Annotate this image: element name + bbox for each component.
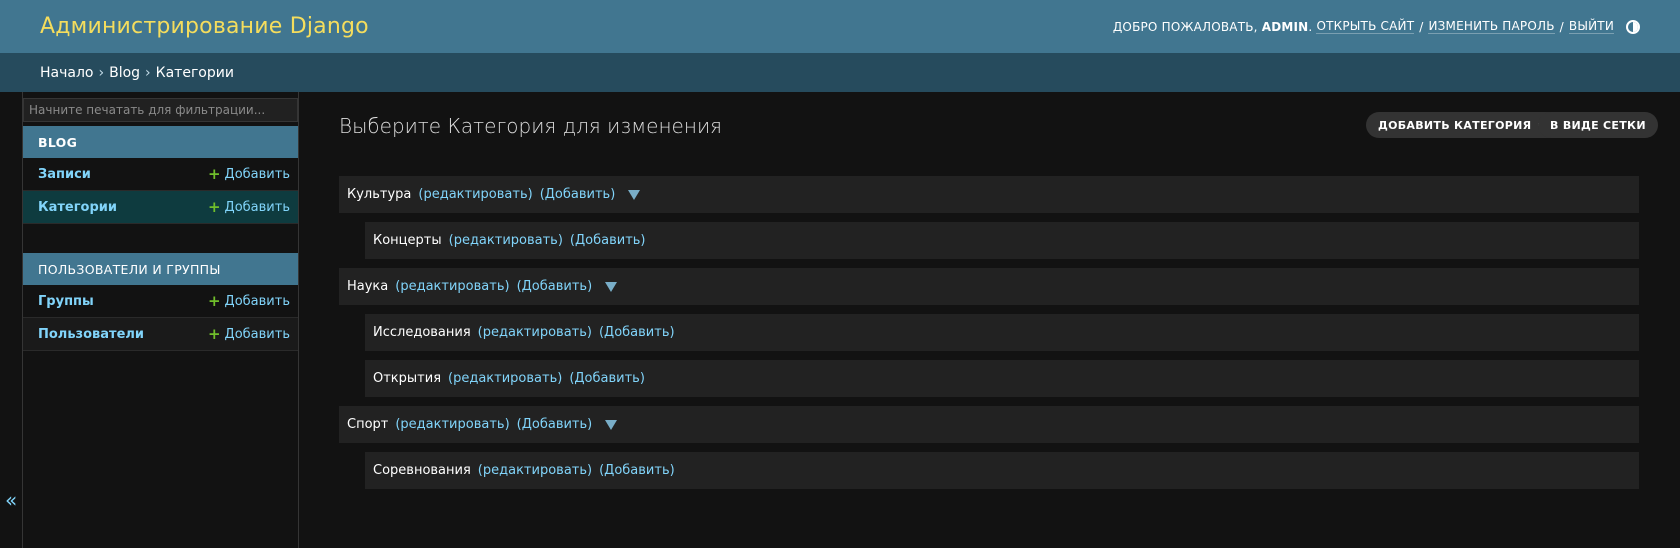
sidebar-item-users-link[interactable]: Пользователи	[38, 327, 144, 342]
module-caption-auth[interactable]: ПОЛЬЗОВАТЕЛИ И ГРУППЫ	[23, 253, 298, 285]
add-link-label: Добавить	[224, 326, 290, 342]
edit-link[interactable]: (редактировать)	[418, 187, 532, 202]
breadcrumb-app[interactable]: Blog	[109, 65, 140, 81]
breadcrumb-current: Категории	[155, 64, 234, 81]
app-module-blog: BLOG Записи + Добавить Категории + Добавит…	[23, 126, 298, 224]
add-child-link[interactable]: (Добавить)	[517, 279, 593, 294]
tree-row: Соревнования (редактировать) (Добавить)	[365, 452, 1639, 489]
logout-link[interactable]: ВЫЙТИ	[1568, 19, 1614, 34]
add-group-link[interactable]: + Добавить	[207, 291, 290, 310]
add-post-link[interactable]: + Добавить	[207, 164, 290, 183]
add-category-label: ДОБАВИТЬ КАТЕГОРИЯ	[1378, 118, 1532, 132]
nav-sidebar: BLOG Записи +Добавить Категории +Добавит…	[0, 92, 299, 548]
edit-link[interactable]: (редактировать)	[395, 417, 509, 432]
add-user-link[interactable]: + Добавить	[207, 324, 290, 343]
sidebar-toggle-rule	[22, 92, 23, 548]
site-branding[interactable]: Администрирование Django	[40, 14, 369, 39]
tree-node-name: Исследования	[373, 325, 471, 340]
page-title: Выберите Категория для изменения	[339, 114, 722, 138]
header: Администрирование Django ДОБРО ПОЖАЛОВАТ…	[0, 0, 1680, 53]
tools-separator: /	[1419, 19, 1424, 34]
add-category-link[interactable]: + Добавить	[207, 197, 290, 216]
add-child-link[interactable]: (Добавить)	[517, 417, 593, 432]
tree-row: Концерты (редактировать) (Добавить)	[365, 222, 1639, 259]
plus-icon: +	[207, 324, 221, 343]
tree-node-name: Культура	[347, 187, 412, 202]
sidebar-item-posts-link[interactable]: Записи	[38, 167, 91, 182]
tree-row: Спорт (редактировать) (Добавить)	[339, 406, 1639, 443]
add-link-label: Добавить	[224, 166, 290, 182]
welcome-text: ДОБРО ПОЖАЛОВАТЬ,	[1112, 19, 1258, 34]
edit-link[interactable]: (редактировать)	[395, 279, 509, 294]
sidebar-item-groups: Группы + Добавить	[23, 285, 298, 318]
add-category-button[interactable]: ДОБАВИТЬ КАТЕГОРИЯ ✚	[1366, 112, 1563, 138]
tree-node-name: Соревнования	[373, 463, 471, 478]
edit-link[interactable]: (редактировать)	[449, 233, 563, 248]
view-site-link[interactable]: ОТКРЫТЬ САЙТ	[1316, 19, 1415, 34]
tree-node-name: Концерты	[373, 233, 442, 248]
plus-icon: +	[207, 164, 221, 183]
grid-view-button[interactable]: В ВИДЕ СЕТКИ	[1538, 112, 1658, 138]
plus-icon: +	[207, 291, 221, 310]
object-tools: ДОБАВИТЬ КАТЕГОРИЯ ✚	[1366, 112, 1563, 138]
breadcrumb: Начало › Blog › Категории	[0, 53, 1680, 92]
add-link-label: Добавить	[224, 293, 290, 309]
app-module-auth: ПОЛЬЗОВАТЕЛИ И ГРУППЫ Группы + Добавить П…	[23, 253, 298, 351]
tree-row: Исследования (редактировать) (Добавить)	[365, 314, 1639, 351]
add-link-label: Добавить	[224, 199, 290, 215]
tree-node-name: Наука	[347, 279, 389, 294]
tree-node-name: Спорт	[347, 417, 389, 432]
username-suffix: .	[1308, 19, 1313, 34]
add-child-link[interactable]: (Добавить)	[540, 187, 616, 202]
tree-row: Культура (редактировать) (Добавить)	[339, 176, 1639, 213]
tree-row: Открытия (редактировать) (Добавить)	[365, 360, 1639, 397]
edit-link[interactable]: (редактировать)	[478, 325, 592, 340]
sidebar-item-users: Пользователи + Добавить	[23, 318, 298, 351]
tools-separator: /	[1559, 19, 1564, 34]
add-child-link[interactable]: (Добавить)	[569, 371, 645, 386]
expand-toggle-icon[interactable]	[628, 189, 641, 200]
username: ADMIN	[1261, 19, 1309, 34]
sidebar-item-groups-link[interactable]: Группы	[38, 294, 94, 309]
collapse-sidebar-button[interactable]: «	[5, 490, 17, 510]
change-password-link[interactable]: ИЗМЕНИТЬ ПАРОЛЬ	[1428, 19, 1555, 34]
tree-row: Наука (редактировать) (Добавить)	[339, 268, 1639, 305]
edit-link[interactable]: (редактировать)	[478, 463, 592, 478]
plus-icon: +	[207, 197, 221, 216]
breadcrumb-separator: ›	[145, 64, 151, 81]
add-child-link[interactable]: (Добавить)	[599, 325, 675, 340]
breadcrumb-separator: ›	[98, 64, 105, 81]
expand-toggle-icon[interactable]	[605, 419, 618, 430]
object-tools-grid: В ВИДЕ СЕТКИ	[1538, 112, 1658, 138]
add-child-link[interactable]: (Добавить)	[570, 233, 646, 248]
theme-toggle-icon[interactable]	[1626, 19, 1640, 34]
edit-link[interactable]: (редактировать)	[448, 371, 562, 386]
user-tools: ДОБРО ПОЖАЛОВАТЬ, ADMIN. ОТКРЫТЬ САЙТ / …	[1113, 19, 1640, 34]
add-child-link[interactable]: (Добавить)	[599, 463, 675, 478]
nav-filter-input[interactable]	[23, 98, 298, 122]
tree-node-name: Открытия	[373, 371, 442, 386]
sidebar-item-categories: Категории + Добавить	[23, 191, 298, 224]
breadcrumb-home[interactable]: Начало	[40, 65, 93, 81]
sidebar-item-posts: Записи + Добавить	[23, 158, 298, 191]
module-caption-blog[interactable]: BLOG	[23, 126, 298, 158]
sidebar-item-categories-link[interactable]: Категории	[38, 200, 117, 215]
expand-toggle-icon[interactable]	[605, 281, 618, 292]
